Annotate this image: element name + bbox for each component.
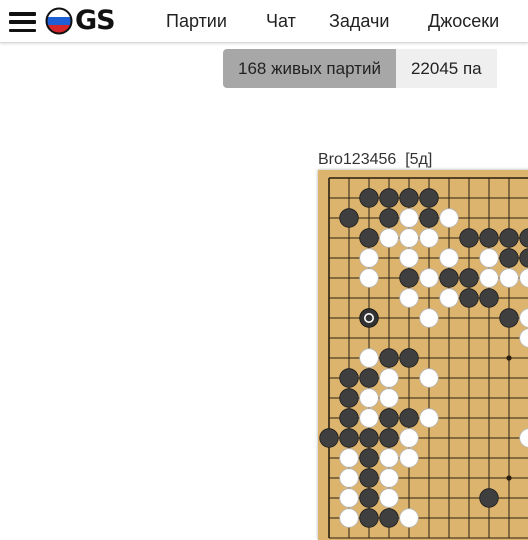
- white-stone: [519, 268, 528, 288]
- black-stone: [399, 408, 419, 428]
- black-stone: [479, 288, 499, 308]
- black-stone: [499, 308, 519, 328]
- white-stone: [339, 488, 359, 508]
- white-stone: [419, 368, 439, 388]
- black-stone: [339, 388, 359, 408]
- white-stone: [339, 448, 359, 468]
- nav-link-games[interactable]: Партии: [166, 10, 227, 32]
- last-move-stone: [359, 308, 379, 328]
- white-stone: [419, 268, 439, 288]
- ogs-logo[interactable]: GS: [45, 5, 116, 36]
- white-stone: [399, 508, 419, 528]
- black-stone: [359, 428, 379, 448]
- white-stone: [359, 248, 379, 268]
- white-stone: [439, 208, 459, 228]
- logo-text: GS: [75, 5, 116, 36]
- white-stone: [399, 428, 419, 448]
- black-stone: [499, 248, 519, 268]
- white-stone: [359, 388, 379, 408]
- total-games-button[interactable]: 22045 па: [395, 49, 497, 88]
- go-board-grid[interactable]: [318, 170, 528, 540]
- nav-link-chat[interactable]: Чат: [266, 10, 296, 32]
- black-stone: [399, 188, 419, 208]
- black-stone: [379, 348, 399, 368]
- white-stone: [399, 448, 419, 468]
- black-stone: [379, 208, 399, 228]
- top-navbar: GS Партии Чат Задачи Джосеки: [0, 0, 528, 43]
- black-stone: [459, 228, 479, 248]
- black-stone: [519, 228, 528, 248]
- russian-flag-globe-icon: [45, 7, 73, 35]
- player-name[interactable]: Bro123456: [318, 151, 396, 168]
- black-stone: [519, 248, 528, 268]
- black-stone: [459, 268, 479, 288]
- black-stone: [419, 208, 439, 228]
- live-games-button[interactable]: 168 живых партий: [223, 49, 396, 88]
- white-stone: [379, 488, 399, 508]
- black-stone: [479, 488, 499, 508]
- white-stone: [479, 268, 499, 288]
- go-board[interactable]: [318, 170, 528, 540]
- black-stone: [379, 508, 399, 528]
- black-stone: [359, 468, 379, 488]
- black-stone: [359, 508, 379, 528]
- star-point: [506, 475, 512, 481]
- black-stone: [439, 268, 459, 288]
- white-stone: [419, 408, 439, 428]
- black-stone: [359, 488, 379, 508]
- black-stone: [499, 228, 519, 248]
- black-stone: [379, 428, 399, 448]
- black-stone: [459, 288, 479, 308]
- nav-link-puzzles[interactable]: Задачи: [329, 10, 389, 32]
- black-stone: [339, 408, 359, 428]
- black-stone: [379, 188, 399, 208]
- white-stone: [379, 468, 399, 488]
- white-stone: [519, 328, 528, 348]
- star-point: [506, 355, 512, 361]
- player-label: Bro123456 [5д]: [318, 151, 432, 169]
- white-stone: [339, 508, 359, 528]
- black-stone: [339, 208, 359, 228]
- games-stats-tabs: 168 живых партий 22045 па: [223, 49, 497, 88]
- nav-link-joseki[interactable]: Джосеки: [428, 10, 499, 32]
- white-stone: [379, 448, 399, 468]
- white-stone: [359, 408, 379, 428]
- black-stone: [359, 448, 379, 468]
- white-stone: [399, 288, 419, 308]
- white-stone: [419, 308, 439, 328]
- black-stone: [339, 428, 359, 448]
- white-stone: [439, 248, 459, 268]
- black-stone: [339, 368, 359, 388]
- white-stone: [439, 288, 459, 308]
- black-stone: [479, 228, 499, 248]
- white-stone: [499, 268, 519, 288]
- black-stone: [399, 348, 419, 368]
- white-stone: [359, 348, 379, 368]
- hamburger-menu-icon[interactable]: [9, 12, 36, 32]
- player-rank: [5д]: [405, 151, 433, 168]
- white-stone: [519, 308, 528, 328]
- black-stone: [359, 228, 379, 248]
- white-stone: [419, 228, 439, 248]
- white-stone: [399, 208, 419, 228]
- white-stone: [339, 468, 359, 488]
- black-stone: [399, 268, 419, 288]
- black-stone: [419, 188, 439, 208]
- white-stone: [359, 268, 379, 288]
- black-stone: [379, 408, 399, 428]
- black-stone: [359, 188, 379, 208]
- white-stone: [379, 388, 399, 408]
- black-stone: [359, 368, 379, 388]
- black-stone: [319, 428, 339, 448]
- white-stone: [399, 248, 419, 268]
- white-stone: [479, 248, 499, 268]
- white-stone: [379, 228, 399, 248]
- white-stone: [519, 428, 528, 448]
- white-stone: [379, 368, 399, 388]
- white-stone: [399, 228, 419, 248]
